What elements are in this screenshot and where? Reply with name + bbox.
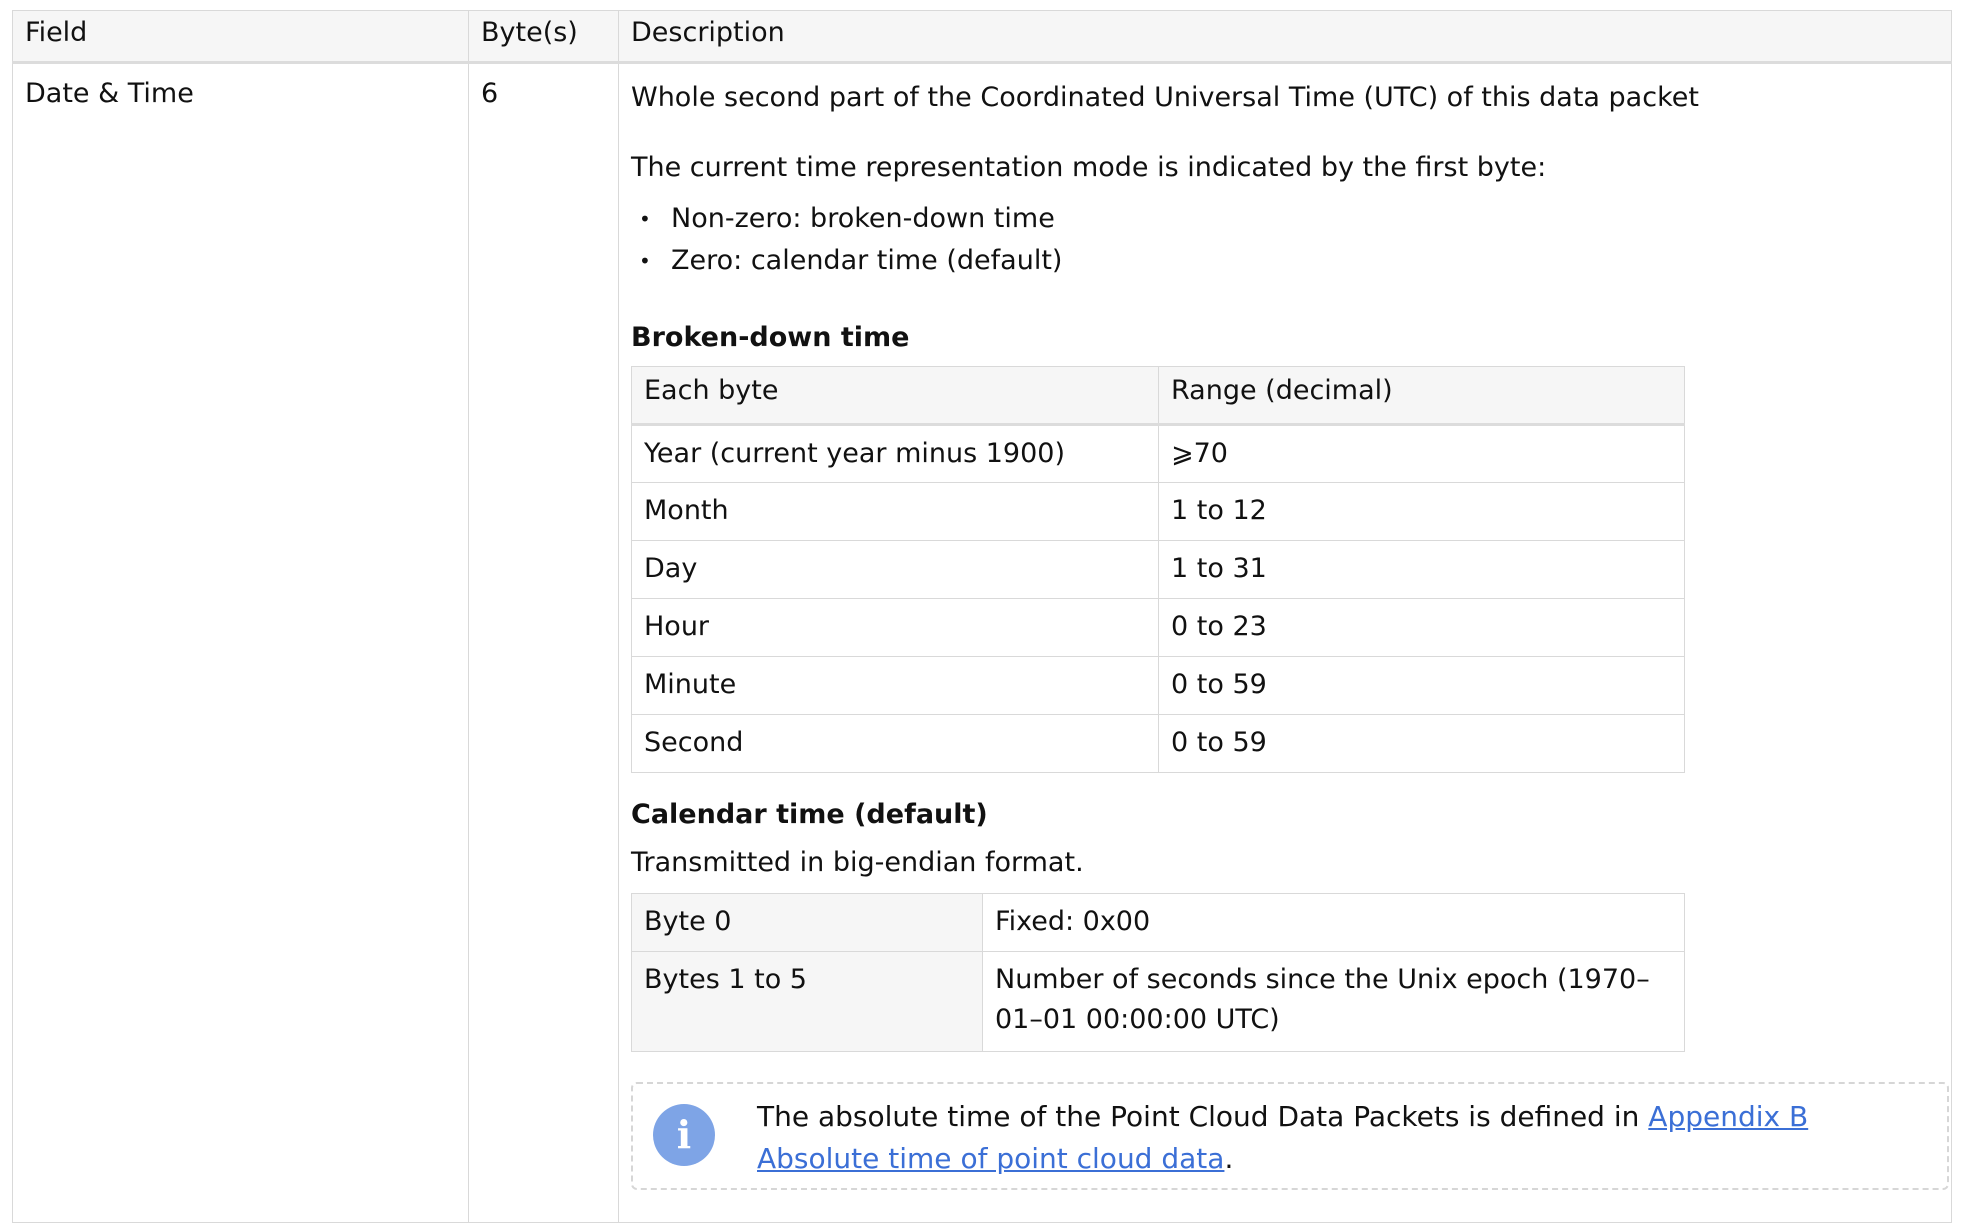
calendar-key: Byte 0 <box>631 893 983 952</box>
field-bytes: 6 <box>468 62 619 1223</box>
info-icon: i <box>653 1104 715 1166</box>
table-row: Minute 0 to 59 <box>631 656 1685 715</box>
header-description: Description <box>618 10 1952 64</box>
calendar-text: Transmitted in big-endian format. <box>631 847 1084 878</box>
list-item: Zero: calendar time (default) <box>631 240 1939 282</box>
calendar-table: Byte 0 Fixed: 0x00 Bytes 1 to 5 Number o… <box>631 893 1685 1052</box>
byte-range: 0 to 23 <box>1158 598 1685 657</box>
field-table-header: Field Byte(s) Description <box>12 10 1952 64</box>
field-description: Whole second part of the Coordinated Uni… <box>618 62 1952 1223</box>
byte-range: ⩾70 <box>1158 424 1685 483</box>
table-row: Bytes 1 to 5 Number of seconds since the… <box>631 951 1685 1052</box>
header-range: Range (decimal) <box>1158 366 1685 426</box>
byte-name: Second <box>631 714 1159 773</box>
calendar-heading: Calendar time (default) <box>631 799 988 830</box>
table-row: Month 1 to 12 <box>631 482 1685 541</box>
byte-range: 1 to 31 <box>1158 540 1685 599</box>
byte-range: 1 to 12 <box>1158 482 1685 541</box>
calendar-value: Fixed: 0x00 <box>982 893 1685 952</box>
field-table: Field Byte(s) Description Date & Time 6 … <box>12 10 1952 1223</box>
info-note: i The absolute time of the Point Cloud D… <box>631 1082 1949 1190</box>
byte-range: 0 to 59 <box>1158 714 1685 773</box>
byte-name: Minute <box>631 656 1159 715</box>
calendar-value: Number of seconds since the Unix epoch (… <box>982 951 1685 1052</box>
note-text-body: The absolute time of the Point Cloud Dat… <box>757 1100 1649 1133</box>
description-intro: Whole second part of the Coordinated Uni… <box>631 82 1699 113</box>
note-text: The absolute time of the Point Cloud Dat… <box>757 1096 1927 1180</box>
table-row: Second 0 to 59 <box>631 714 1685 773</box>
header-field: Field <box>12 10 469 64</box>
byte-name: Hour <box>631 598 1159 657</box>
note-suffix: . <box>1224 1142 1234 1175</box>
header-each-byte: Each byte <box>631 366 1159 426</box>
document-page: { "header": { "field": "Field", "bytes":… <box>0 0 1961 1223</box>
broken-down-header: Each byte Range (decimal) <box>631 366 1685 426</box>
byte-range: 0 to 59 <box>1158 656 1685 715</box>
list-item: Non-zero: broken-down time <box>631 198 1939 240</box>
table-row: Day 1 to 31 <box>631 540 1685 599</box>
byte-name: Year (current year minus 1900) <box>631 424 1159 483</box>
table-row: Hour 0 to 23 <box>631 598 1685 657</box>
calendar-key: Bytes 1 to 5 <box>631 951 983 1052</box>
broken-down-heading: Broken-down time <box>631 322 910 353</box>
field-name: Date & Time <box>12 62 469 1223</box>
table-row: Byte 0 Fixed: 0x00 <box>631 893 1685 952</box>
mode-text: The current time representation mode is … <box>631 152 1547 183</box>
table-row: Date & Time 6 Whole second part of the C… <box>12 62 1952 1223</box>
byte-name: Day <box>631 540 1159 599</box>
mode-list: Non-zero: broken-down time Zero: calenda… <box>631 198 1939 282</box>
byte-name: Month <box>631 482 1159 541</box>
header-bytes: Byte(s) <box>468 10 619 64</box>
broken-down-table: Each byte Range (decimal) Year (current … <box>631 366 1685 773</box>
table-row: Year (current year minus 1900) ⩾70 <box>631 424 1685 483</box>
